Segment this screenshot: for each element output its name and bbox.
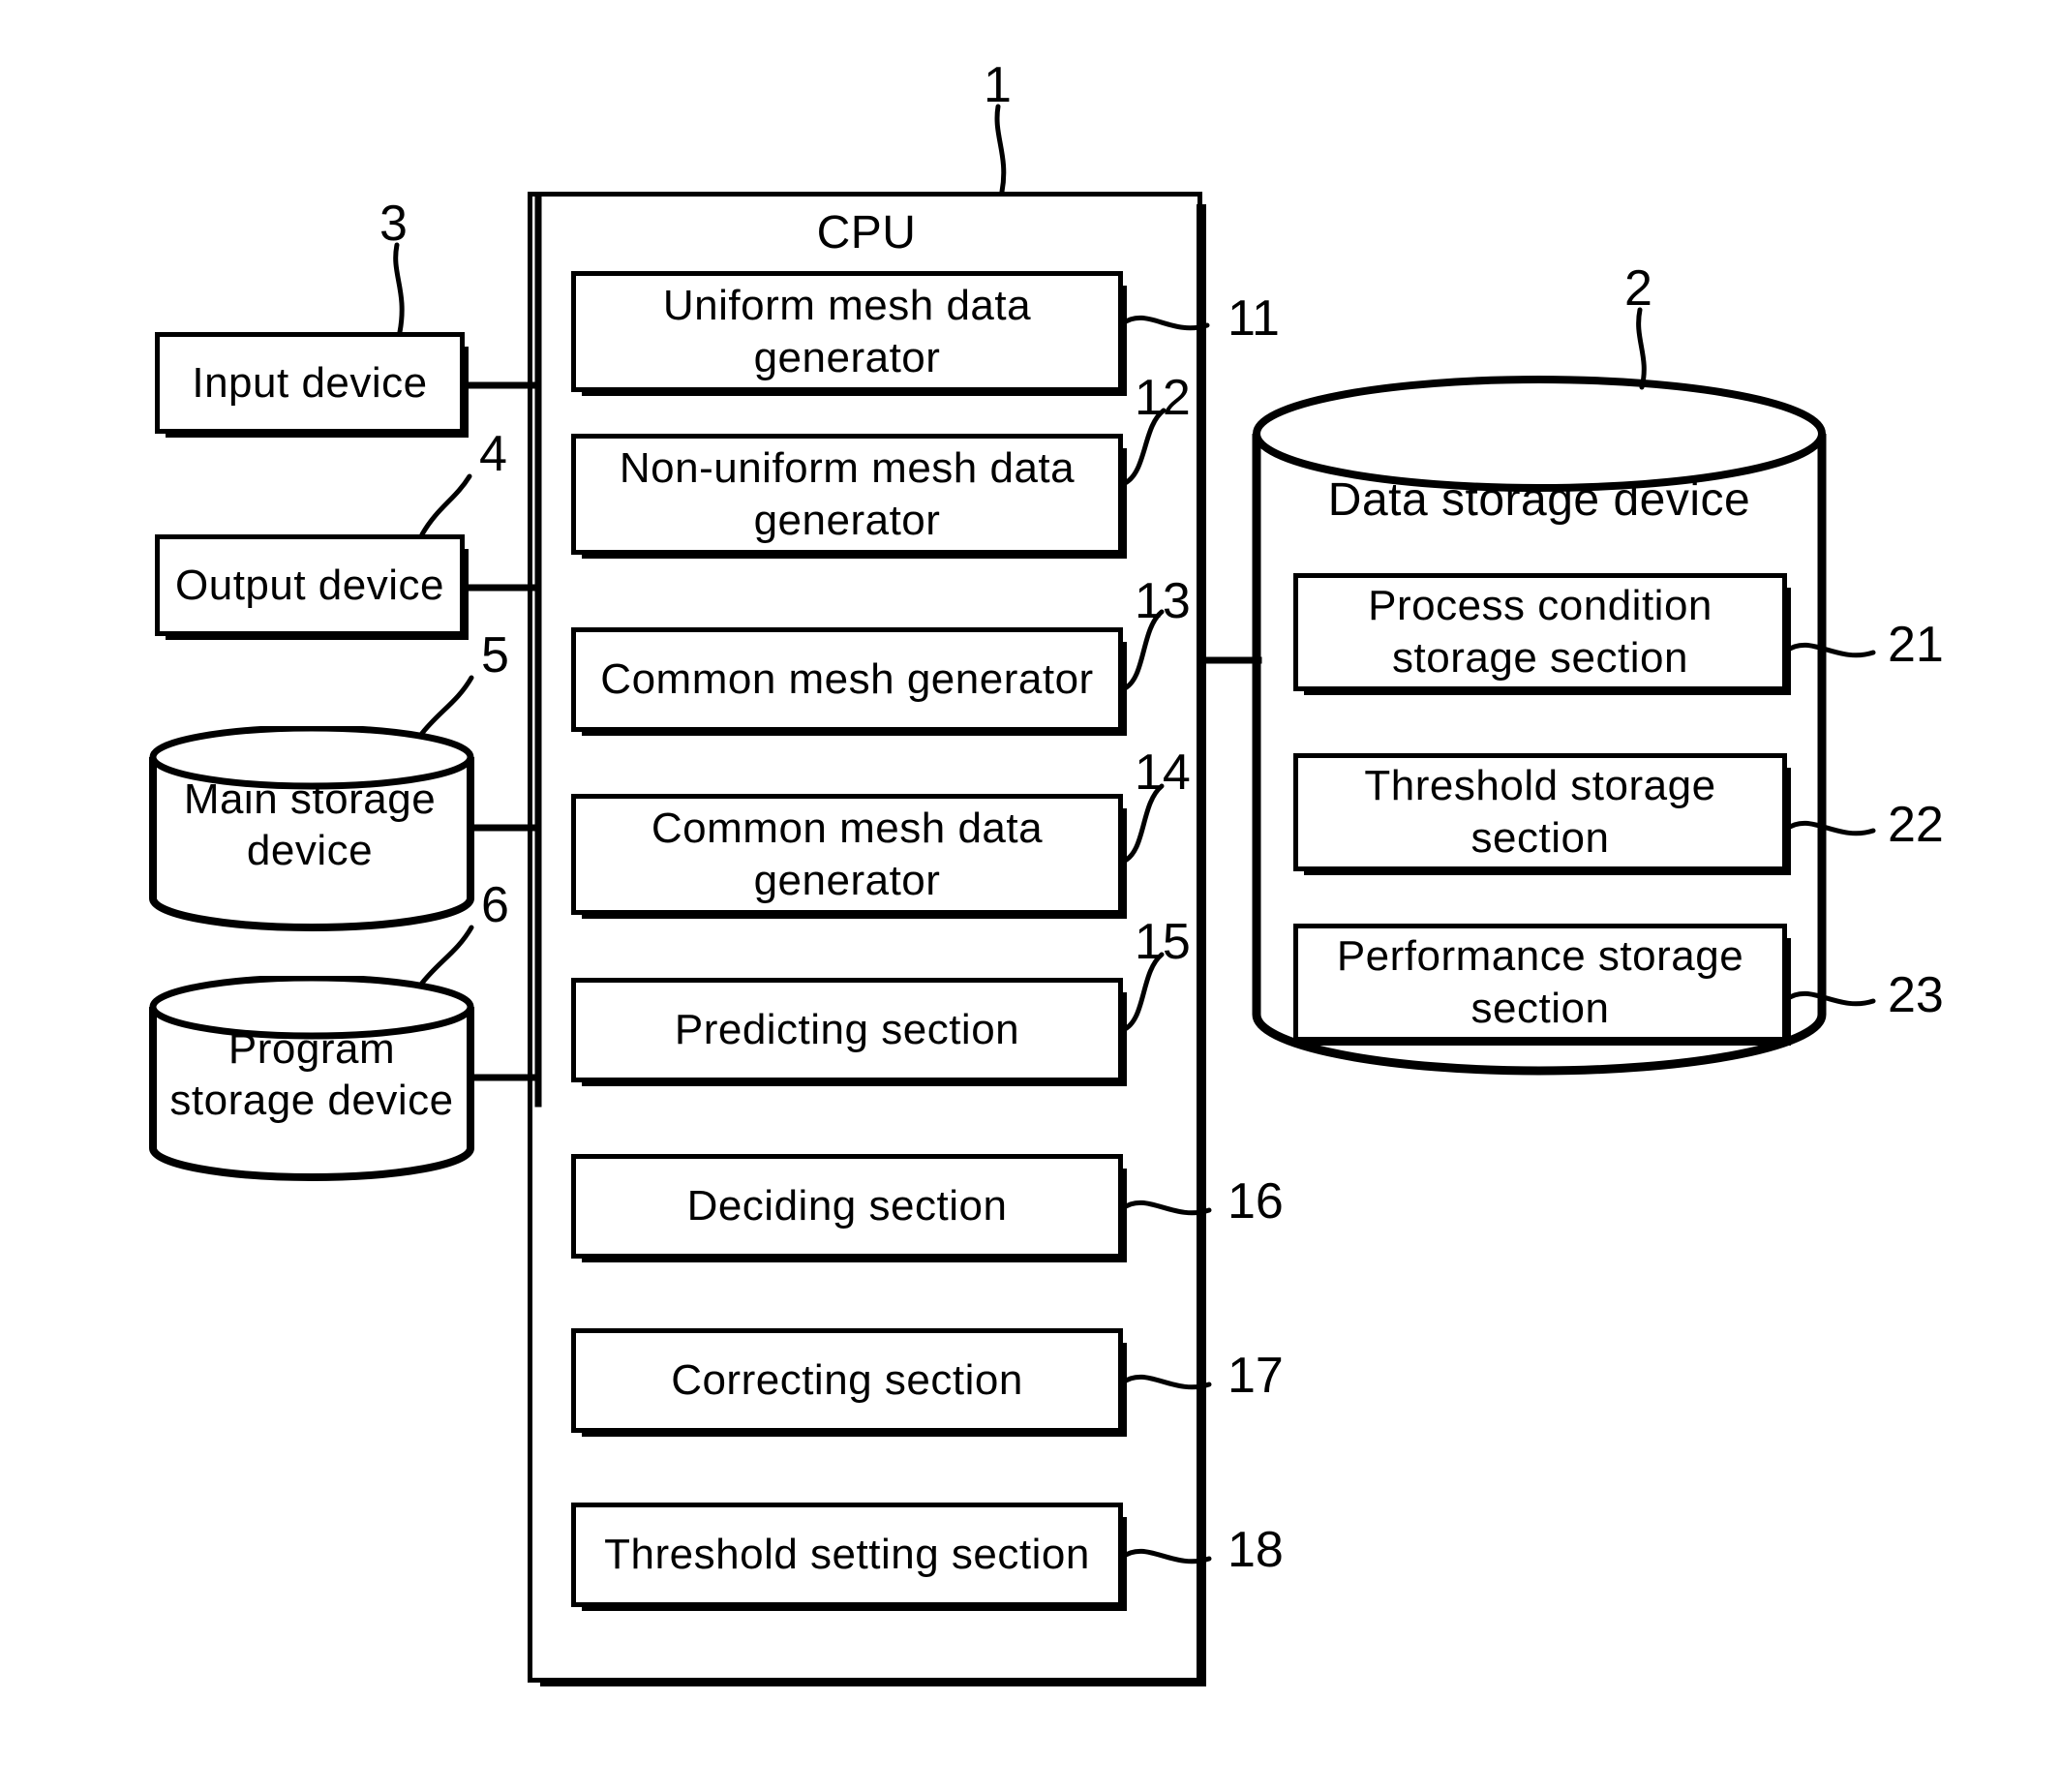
peripheral-output-device: Output device (155, 534, 469, 640)
ref-numeral-21: 21 (1888, 617, 1944, 673)
data-storage-device-label: Data storage device (1327, 474, 1751, 526)
ref-numeral-22: 22 (1888, 797, 1944, 853)
module-deciding-section: Deciding section (571, 1154, 1127, 1262)
module-label: Common mesh data generator (651, 804, 1044, 904)
leader-3 (393, 242, 405, 335)
main-storage-device-label: Main storage device (183, 775, 437, 874)
module-label: Predicting section (674, 1006, 1020, 1054)
module-common-mesh-data-generator: Common mesh data generator (571, 794, 1127, 919)
ref-numeral-11: 11 (1228, 290, 1280, 347)
storage-section-threshold: Threshold storage section (1293, 753, 1791, 875)
storage-section-label: Threshold storage section (1364, 762, 1716, 862)
ref-numeral-5: 5 (481, 627, 509, 683)
peripheral-label: Input device (192, 358, 428, 407)
ref-numeral-1: 1 (984, 57, 1012, 113)
ref-numeral-15: 15 (1135, 914, 1191, 970)
ref-numeral-16: 16 (1228, 1173, 1284, 1230)
ref-numeral-12: 12 (1135, 370, 1191, 426)
module-uniform-mesh-data-generator: Uniform mesh data generator (571, 271, 1127, 396)
storage-section-performance: Performance storage section (1293, 924, 1791, 1046)
ref-numeral-17: 17 (1228, 1348, 1284, 1404)
module-label: Correcting section (671, 1356, 1023, 1405)
ref-numeral-23: 23 (1888, 967, 1944, 1023)
storage-section-label: Process condition storage section (1368, 582, 1712, 682)
ref-numeral-6: 6 (481, 877, 509, 933)
storage-section-process-condition: Process condition storage section (1293, 573, 1791, 695)
module-label: Uniform mesh data generator (662, 281, 1032, 381)
module-label: Non-uniform mesh data generator (619, 443, 1076, 544)
cpu-title: CPU (816, 207, 917, 258)
module-non-uniform-mesh-data-generator: Non-uniform mesh data generator (571, 434, 1127, 559)
ref-numeral-2: 2 (1624, 260, 1652, 317)
module-label: Common mesh generator (600, 655, 1094, 704)
figure-canvas: CPU Uniform mesh data generator Non-unif… (0, 0, 2061, 1792)
ref-numeral-3: 3 (379, 196, 408, 252)
ref-numeral-18: 18 (1228, 1522, 1284, 1578)
module-label: Deciding section (686, 1182, 1008, 1230)
ref-numeral-14: 14 (1135, 744, 1191, 801)
peripheral-input-device: Input device (155, 332, 469, 438)
module-correcting-section: Correcting section (571, 1328, 1127, 1437)
storage-section-label: Performance storage section (1336, 932, 1744, 1032)
module-predicting-section: Predicting section (571, 978, 1127, 1086)
cpu-frame (528, 192, 1206, 1686)
program-storage-device-label: Program storage device (169, 1025, 454, 1124)
peripheral-label: Output device (175, 561, 444, 609)
ref-numeral-13: 13 (1135, 573, 1191, 629)
leader-1 (994, 104, 1007, 195)
module-threshold-setting-section: Threshold setting section (571, 1503, 1127, 1611)
leader-4 (419, 473, 472, 537)
module-common-mesh-generator: Common mesh generator (571, 627, 1127, 736)
ref-numeral-4: 4 (479, 426, 507, 482)
module-label: Threshold setting section (604, 1531, 1090, 1579)
